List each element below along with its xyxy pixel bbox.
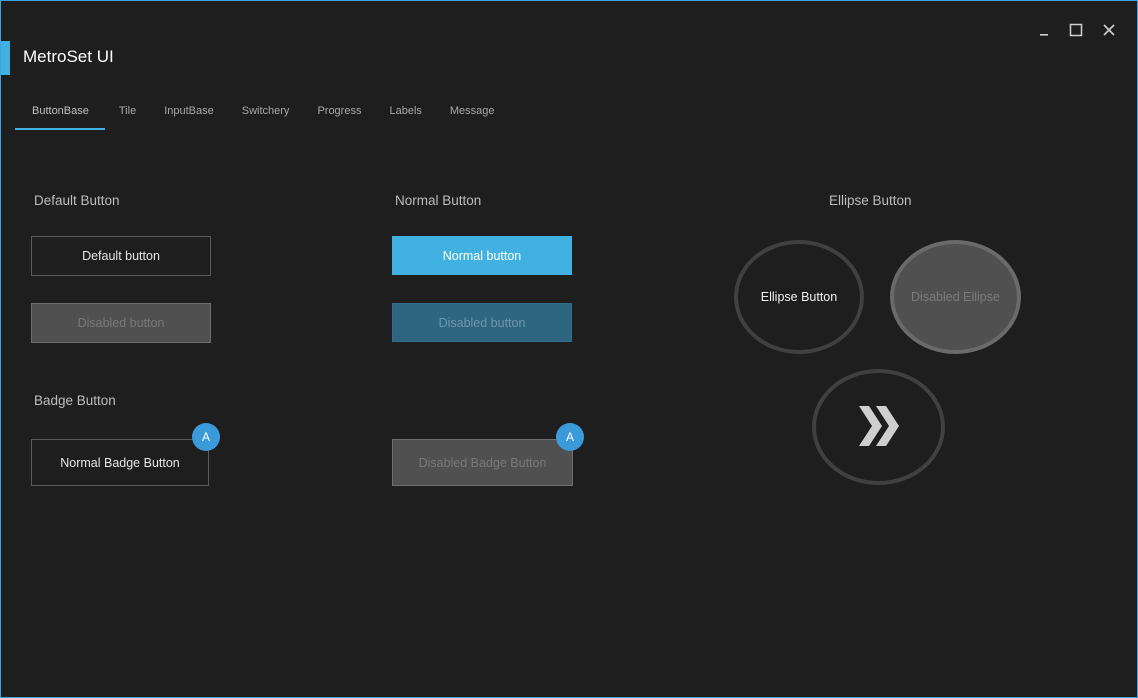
maximize-icon[interactable] — [1065, 19, 1087, 41]
tab-buttonbase[interactable]: ButtonBase — [15, 93, 105, 130]
ellipse-button-heading: Ellipse Button — [829, 193, 912, 208]
default-button-heading: Default Button — [34, 193, 120, 208]
tab-message[interactable]: Message — [436, 93, 509, 130]
ellipse-button[interactable]: Ellipse Button — [734, 240, 864, 354]
tab-switchery[interactable]: Switchery — [228, 93, 304, 130]
normal-button-heading: Normal Button — [395, 193, 482, 208]
disabled-badge-button: Disabled Badge Button — [392, 439, 573, 486]
minimize-icon[interactable] — [1033, 19, 1055, 41]
badge-button-heading: Badge Button — [34, 393, 116, 408]
normal-badge-button[interactable]: Normal Badge Button — [31, 439, 209, 486]
disabled-default-button: Disabled button — [31, 303, 211, 343]
tab-labels[interactable]: Labels — [375, 93, 435, 130]
normal-badge: A — [192, 423, 220, 451]
double-chevron-right-icon — [855, 402, 903, 453]
tab-progress[interactable]: Progress — [303, 93, 375, 130]
close-icon[interactable] — [1098, 19, 1120, 41]
chevron-ellipse-button[interactable] — [812, 369, 945, 485]
title-accent-bar — [1, 41, 10, 75]
app-window: MetroSet UI ButtonBase Tile InputBase Sw… — [0, 0, 1138, 698]
window-title: MetroSet UI — [23, 47, 114, 66]
tab-inputbase[interactable]: InputBase — [150, 93, 228, 130]
default-button[interactable]: Default button — [31, 236, 211, 276]
disabled-normal-button: Disabled button — [392, 303, 572, 342]
disabled-badge: A — [556, 423, 584, 451]
tab-tile[interactable]: Tile — [105, 93, 150, 130]
tab-bar: ButtonBase Tile InputBase Switchery Prog… — [15, 93, 509, 130]
normal-button[interactable]: Normal button — [392, 236, 572, 275]
disabled-ellipse-button: Disabled Ellipse — [890, 240, 1021, 354]
